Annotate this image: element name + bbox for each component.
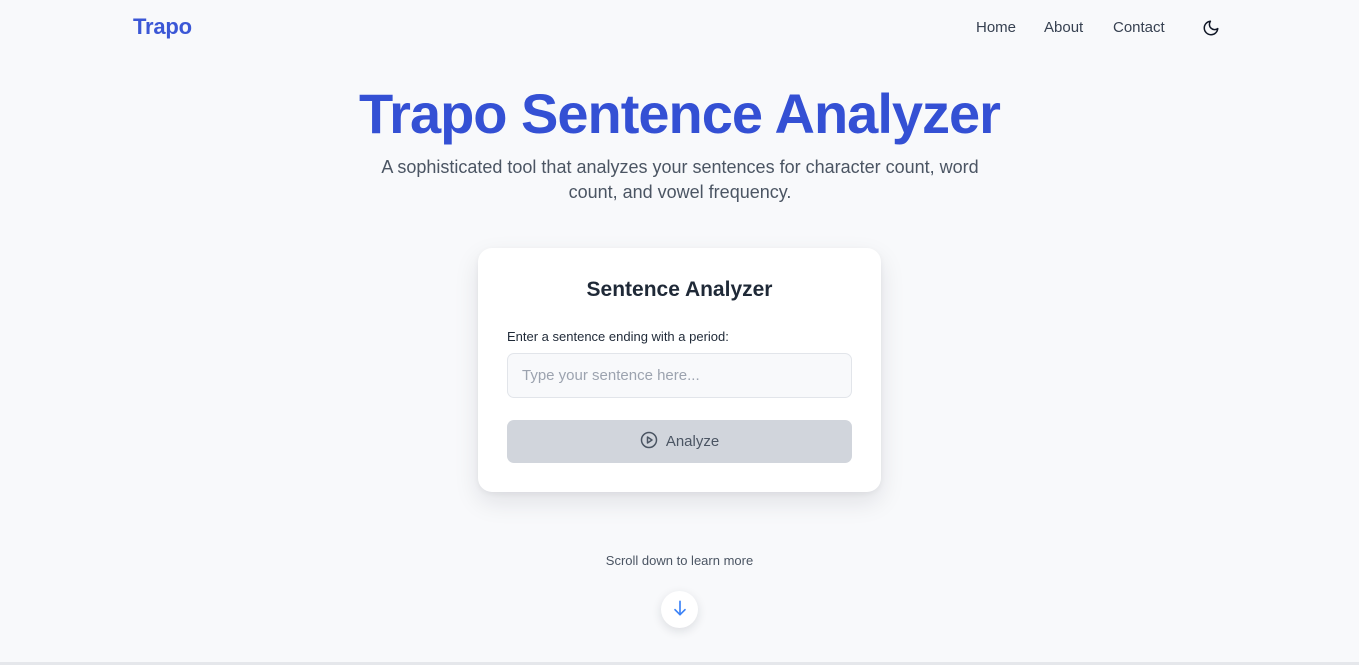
arrow-down-icon xyxy=(670,598,690,621)
page-subtitle: A sophisticated tool that analyzes your … xyxy=(381,157,979,202)
analyze-button[interactable]: Analyze xyxy=(507,420,852,463)
play-circle-icon xyxy=(640,431,658,453)
analyzer-title: Sentence Analyzer xyxy=(586,278,773,301)
page-title: Trapo Sentence Analyzer xyxy=(359,82,1001,145)
sentence-label: Enter a sentence ending with a period: xyxy=(507,329,729,344)
moon-icon xyxy=(1202,19,1220,40)
sentence-input[interactable] xyxy=(507,353,852,398)
nav-contact[interactable]: Contact xyxy=(1113,19,1165,36)
main-nav: Home About Contact xyxy=(0,19,1359,41)
scroll-down-button[interactable] xyxy=(661,591,698,628)
analyzer-card: Sentence Analyzer Enter a sentence endin… xyxy=(478,248,881,492)
theme-toggle-button[interactable] xyxy=(1199,17,1223,41)
nav-home[interactable]: Home xyxy=(976,19,1016,36)
scroll-hint: Scroll down to learn more xyxy=(605,553,754,568)
analyze-button-label: Analyze xyxy=(665,433,720,450)
nav-about[interactable]: About xyxy=(1044,19,1083,36)
page: Trapo Home About Contact Trapo Sentence … xyxy=(0,0,1359,665)
